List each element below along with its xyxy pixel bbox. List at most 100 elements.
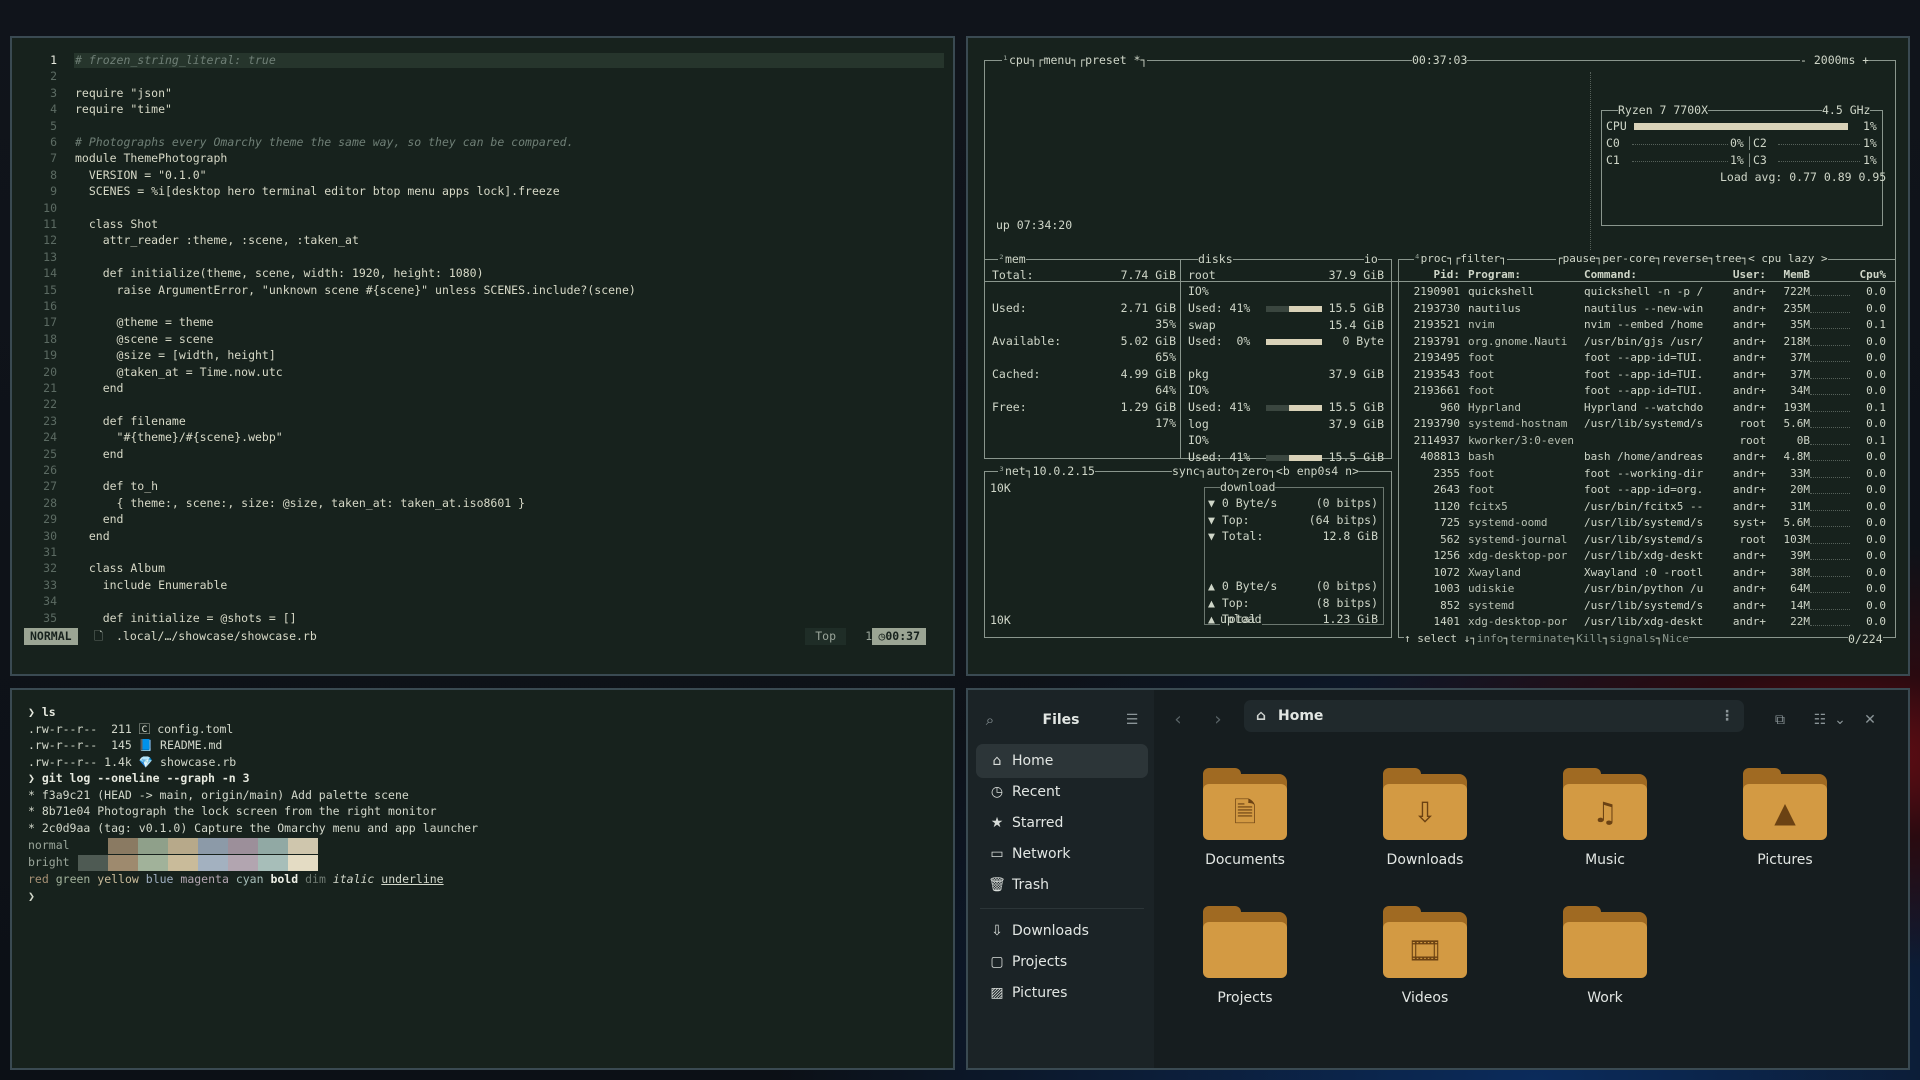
proc-row[interactable]: 1120 fcitx5/usr/bin/fcitx5 -- andr+ 31M 0.0 bbox=[1402, 499, 1888, 515]
proc-info[interactable]: info bbox=[1477, 632, 1504, 645]
code-line[interactable]: 6 # Photographs every Omarchy theme the s… bbox=[12, 134, 942, 151]
proc-row[interactable]: 2190901 quickshell quickshell -n -p / andr+… bbox=[1402, 284, 1888, 300]
proc-row[interactable]: 2643 foot foot --app-id=org. andr+ 20M 0.0 bbox=[1402, 482, 1888, 498]
code-line[interactable]: 35 def initialize = @shots = [] bbox=[12, 610, 942, 627]
proc-row[interactable]: 2193790 systemd-hostnam/usr/lib/systemd/s… bbox=[1402, 416, 1888, 432]
update-interval[interactable]: - 2000ms + bbox=[1800, 52, 1870, 69]
code-line[interactable]: 32 class Album bbox=[12, 560, 942, 577]
sidebar-item-pictures[interactable]: ▨ Pictures bbox=[976, 976, 1148, 1010]
code-line[interactable]: 23 def filename bbox=[12, 413, 942, 430]
code-line[interactable]: 33 include Enumerable bbox=[12, 577, 942, 594]
folder-item[interactable]: ⇩ Downloads bbox=[1346, 766, 1496, 886]
net-auto[interactable]: auto bbox=[1207, 464, 1235, 478]
close-icon[interactable]: ✕ bbox=[1856, 704, 1884, 736]
io-toggle[interactable]: io bbox=[1364, 251, 1378, 268]
code-line[interactable]: 28 { theme:, scene:, size: @size, taken_… bbox=[12, 495, 942, 512]
net-zero[interactable]: zero bbox=[1241, 464, 1269, 478]
proc-row[interactable]: 2114937 kworker/3:0-even root 0B 0.1 bbox=[1402, 433, 1888, 449]
proc-header-mem[interactable]: MemB bbox=[1768, 267, 1811, 284]
code-line[interactable]: 17 @theme = theme bbox=[12, 314, 942, 331]
proc-percore[interactable]: per-core bbox=[1602, 252, 1655, 265]
code-line[interactable]: 4 require "time" bbox=[12, 101, 942, 118]
editor-window[interactable]: 1 # frozen_string_literal: true 2 3 require … bbox=[10, 36, 955, 676]
proc-terminate[interactable]: terminate bbox=[1510, 632, 1570, 645]
proc-kill[interactable]: Kill bbox=[1576, 632, 1603, 645]
proc-row[interactable]: 562 systemd-journal/usr/lib/systemd/s root… bbox=[1402, 532, 1888, 548]
back-arrow-icon[interactable]: ‹ bbox=[1164, 704, 1192, 736]
proc-row[interactable]: 2193661 foot foot --app-id=TUI. andr+ 34M 0.0 bbox=[1402, 383, 1888, 399]
cpu-tab[interactable]: cpu bbox=[1009, 53, 1030, 67]
sidebar-item-network[interactable]: ▭ Network bbox=[976, 837, 1148, 871]
code-line[interactable]: 15 raise ArgumentError, "unknown scene #… bbox=[12, 282, 942, 299]
prompt[interactable]: ❯ bbox=[28, 888, 35, 905]
sidebar-item-trash[interactable]: 🗑 Trash bbox=[976, 868, 1148, 902]
code-line[interactable]: 18 @scene = scene bbox=[12, 331, 942, 348]
proc-reverse[interactable]: reverse bbox=[1662, 252, 1708, 265]
search-icon[interactable]: ⌕ bbox=[976, 704, 1004, 736]
btop-window[interactable]: ¹cpu┐┌menu┐┌preset *┐ 00:37:03 - 2000ms … bbox=[966, 36, 1910, 676]
sidebar-item-downloads[interactable]: ⇩ Downloads bbox=[976, 914, 1148, 948]
code-line[interactable]: 20 @taken_at = Time.now.utc bbox=[12, 364, 942, 381]
menu-button[interactable]: menu bbox=[1044, 53, 1072, 67]
proc-row[interactable]: 1401 xdg-desktop-por/usr/lib/xdg-deskt and… bbox=[1402, 614, 1888, 630]
proc-row[interactable]: 2193791 org.gnome.Nauti/usr/bin/gjs /usr/… bbox=[1402, 334, 1888, 350]
location-menu-icon[interactable]: ⋮ bbox=[1720, 700, 1734, 732]
code-line[interactable]: 11 class Shot bbox=[12, 216, 942, 233]
code-line[interactable]: 25 end bbox=[12, 446, 942, 463]
folder-item[interactable]: ♫ Music bbox=[1526, 766, 1676, 886]
net-controls[interactable]: sync┐auto┐zero┐<b enp0s4 n> bbox=[1172, 463, 1360, 480]
proc-filter[interactable]: filter bbox=[1460, 252, 1500, 265]
preset-button[interactable]: preset * bbox=[1085, 53, 1140, 67]
code-line[interactable]: 3 require "json" bbox=[12, 85, 942, 102]
code-line[interactable]: 31 bbox=[12, 544, 942, 561]
proc-header-cpu[interactable]: Cpu% bbox=[1852, 267, 1887, 284]
files-window[interactable]: ⌕ Files ☰ ⌂ Home ◷ Recent ★ Starred ▭ Network 🗑 T… bbox=[966, 688, 1910, 1070]
proc-row[interactable]: 2355 foot foot --working-dir andr+ 33M 0.0 bbox=[1402, 466, 1888, 482]
chevron-down-icon[interactable]: ⌄ bbox=[1828, 704, 1852, 736]
proc-select[interactable]: ↑ select ↓ bbox=[1404, 632, 1470, 645]
proc-header-user[interactable]: User: bbox=[1722, 267, 1766, 284]
code-line[interactable]: 13 bbox=[12, 249, 942, 266]
proc-row[interactable]: 1003 udiskie/usr/bin/python /u andr+ 64M 0.0 bbox=[1402, 581, 1888, 597]
sidebar-item-projects[interactable]: ▢ Projects bbox=[976, 945, 1148, 979]
code-line[interactable]: 16 bbox=[12, 298, 942, 315]
proc-tree[interactable]: tree bbox=[1715, 252, 1742, 265]
proc-row[interactable]: 408813 bash bash /home/andreas andr+ 4.8M 0.0 bbox=[1402, 449, 1888, 465]
hamburger-menu-icon[interactable]: ☰ bbox=[1118, 704, 1146, 736]
code-line[interactable]: 10 bbox=[12, 200, 942, 217]
code-line[interactable]: 1 # frozen_string_literal: true bbox=[12, 52, 942, 69]
proc-row[interactable]: 1256 xdg-desktop-por/usr/lib/xdg-deskt and… bbox=[1402, 548, 1888, 564]
folder-item[interactable]: 🎞 Videos bbox=[1346, 904, 1496, 1024]
folder-item[interactable]: Work bbox=[1526, 904, 1676, 1024]
code-line[interactable]: 9 SCENES = %i[desktop hero terminal edit… bbox=[12, 183, 942, 200]
proc-nice[interactable]: Nice bbox=[1662, 632, 1689, 645]
folder-item[interactable]: ▲ Pictures bbox=[1706, 766, 1856, 886]
code-line[interactable]: 22 bbox=[12, 396, 942, 413]
forward-arrow-icon[interactable]: › bbox=[1204, 704, 1232, 736]
net-sync[interactable]: sync bbox=[1172, 464, 1200, 478]
proc-row[interactable]: 2193521 nvim nvim --embed /home andr+ 35M 0.1 bbox=[1402, 317, 1888, 333]
location-bar[interactable]: ⌂ Home ⋮ bbox=[1244, 700, 1744, 732]
sidebar-item-recent[interactable]: ◷ Recent bbox=[976, 775, 1148, 809]
code-line[interactable]: 24 "#{theme}/#{scene}.webp" bbox=[12, 429, 942, 446]
code-line[interactable]: 21 end bbox=[12, 380, 942, 397]
proc-signals[interactable]: signals bbox=[1609, 632, 1655, 645]
proc-row[interactable]: 2193730 nautilus nautilus --new-win andr+ 23… bbox=[1402, 301, 1888, 317]
proc-row[interactable]: 2193543 foot foot --app-id=TUI. andr+ 37M 0.0 bbox=[1402, 367, 1888, 383]
proc-row[interactable]: 725 systemd-oomd/usr/lib/systemd/s syst+ 5.… bbox=[1402, 515, 1888, 531]
net-interface[interactable]: <b enp0s4 n> bbox=[1276, 464, 1359, 478]
folder-item[interactable]: Projects bbox=[1166, 904, 1316, 1024]
code-line[interactable]: 12 attr_reader :theme, :scene, :taken_at bbox=[12, 232, 942, 249]
terminal-window[interactable]: ❯ ls .rw-r--r-- 211 🄲 config.toml .rw-r--r… bbox=[10, 688, 955, 1070]
new-tab-icon[interactable]: ⧉ bbox=[1766, 704, 1794, 736]
code-line[interactable]: 2 bbox=[12, 68, 942, 85]
proc-header-cmd[interactable]: Command: bbox=[1584, 267, 1724, 284]
proc-row[interactable]: 1072 Xwayland Xwayland :0 -rootl andr+ 38M 0.… bbox=[1402, 565, 1888, 581]
sidebar-item-home[interactable]: ⌂ Home bbox=[976, 744, 1148, 778]
code-line[interactable]: 26 bbox=[12, 462, 942, 479]
code-line[interactable]: 7 module ThemePhotograph bbox=[12, 150, 942, 167]
code-line[interactable]: 29 end bbox=[12, 511, 942, 528]
proc-row[interactable]: 960 Hyprland Hyprland --watchdo andr+ 193M 0.… bbox=[1402, 400, 1888, 416]
code-line[interactable]: 30 end bbox=[12, 528, 942, 545]
code-line[interactable]: 34 bbox=[12, 593, 942, 610]
